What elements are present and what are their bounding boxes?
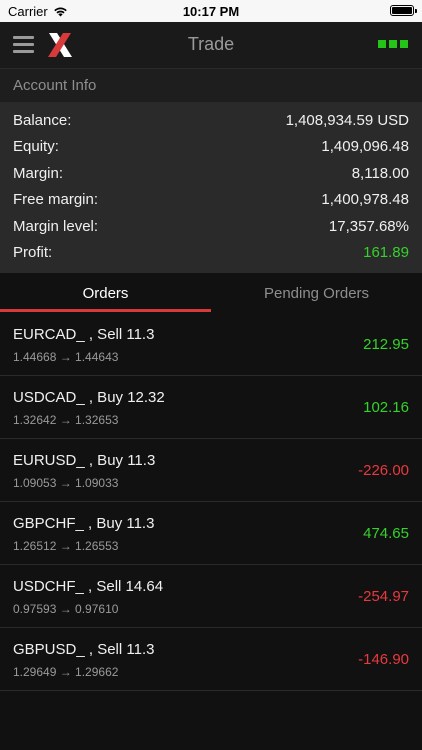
order-profit: 212.95	[363, 336, 409, 353]
list-item[interactable]: GBPUSD_ , Sell 11.3 1.29649 → 1.29662 -1…	[0, 628, 422, 691]
margin-level-value: 17,357.68%	[328, 218, 409, 235]
list-item[interactable]: USDCAD_ , Buy 12.32 1.32642 → 1.32653 10…	[0, 376, 422, 439]
list-item[interactable]: EURCAD_ , Sell 11.3 1.44668 → 1.44643 21…	[0, 313, 422, 376]
equity-label: Equity:	[13, 138, 59, 155]
free-margin-value: 1,400,978.48	[321, 191, 409, 208]
order-profit: 102.16	[363, 399, 409, 416]
orders-list: EURCAD_ , Sell 11.3 1.44668 → 1.44643 21…	[0, 313, 422, 691]
status-time: 10:17 PM	[182, 4, 240, 19]
tab-pending-orders[interactable]: Pending Orders	[211, 275, 422, 313]
order-symbol: EURUSD_ , Buy 11.3	[13, 452, 156, 469]
connection-status-icon	[375, 40, 408, 48]
order-symbol: GBPUSD_ , Sell 11.3	[13, 641, 155, 658]
list-item[interactable]: GBPCHF_ , Buy 11.3 1.26512 → 1.26553 474…	[0, 502, 422, 565]
order-profit: -226.00	[358, 462, 409, 479]
order-prices: 0.97593 → 0.97610	[13, 602, 119, 616]
order-profit: 474.65	[363, 525, 409, 542]
order-profit: -254.97	[358, 588, 409, 605]
list-item[interactable]: EURUSD_ , Buy 11.3 1.09053 → 1.09033 -22…	[0, 439, 422, 502]
order-prices: 1.09053 → 1.09033	[13, 476, 119, 490]
account-row-equity: Equity: 1,409,096.48	[13, 138, 409, 164]
balance-label: Balance:	[13, 112, 72, 129]
order-prices: 1.44668 → 1.44643	[13, 350, 119, 364]
list-item[interactable]: USDCHF_ , Sell 14.64 0.97593 → 0.97610 -…	[0, 565, 422, 628]
order-profit: -146.90	[358, 651, 409, 668]
profit-value: 161.89	[363, 244, 409, 261]
status-bar: Carrier 10:17 PM	[0, 0, 422, 22]
account-row-free-margin: Free margin: 1,400,978.48	[13, 191, 409, 217]
order-symbol: GBPCHF_ , Buy 11.3	[13, 515, 155, 532]
tab-orders[interactable]: Orders	[0, 275, 211, 313]
active-tab-indicator	[0, 309, 211, 312]
order-symbol: EURCAD_ , Sell 11.3	[13, 326, 155, 343]
account-row-profit: Profit: 161.89	[13, 244, 409, 270]
equity-value: 1,409,096.48	[321, 138, 409, 155]
free-margin-label: Free margin:	[13, 191, 99, 208]
account-info-panel: Balance: 1,408,934.59 USD Equity: 1,409,…	[0, 102, 422, 273]
account-row-margin-level: Margin level: 17,357.68%	[13, 218, 409, 244]
order-prices: 1.29649 → 1.29662	[13, 665, 119, 679]
section-title: Account Info	[13, 77, 97, 94]
account-info-header: Account Info	[0, 69, 422, 102]
order-symbol: USDCHF_ , Sell 14.64	[13, 578, 164, 595]
order-symbol: USDCAD_ , Buy 12.32	[13, 389, 165, 406]
account-row-balance: Balance: 1,408,934.59 USD	[13, 112, 409, 138]
order-prices: 1.32642 → 1.32653	[13, 413, 119, 427]
balance-value: 1,408,934.59 USD	[285, 112, 409, 129]
margin-level-label: Margin level:	[13, 218, 99, 235]
profit-label: Profit:	[13, 244, 53, 261]
order-tabs: Orders Pending Orders	[0, 275, 422, 313]
margin-value: 8,118.00	[351, 165, 409, 182]
page-title: Trade	[187, 34, 235, 54]
battery-icon	[390, 5, 417, 16]
account-row-margin: Margin: 8,118.00	[13, 165, 409, 191]
order-prices: 1.26512 → 1.26553	[13, 539, 119, 553]
navbar: Trade	[0, 22, 422, 69]
margin-label: Margin:	[13, 165, 64, 182]
